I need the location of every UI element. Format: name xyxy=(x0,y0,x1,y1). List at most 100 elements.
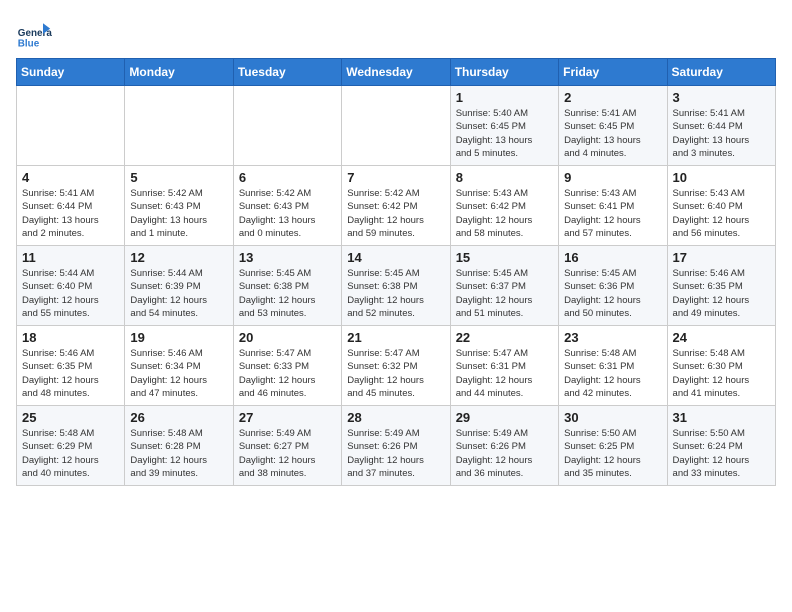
calendar-cell xyxy=(17,86,125,166)
day-number: 29 xyxy=(456,410,553,425)
day-info: Sunrise: 5:49 AM Sunset: 6:27 PM Dayligh… xyxy=(239,427,336,480)
day-number: 3 xyxy=(673,90,770,105)
day-number: 28 xyxy=(347,410,444,425)
col-header-monday: Monday xyxy=(125,59,233,86)
calendar-cell: 28 Sunrise: 5:49 AM Sunset: 6:26 PM Dayli… xyxy=(342,406,450,486)
calendar-cell: 18 Sunrise: 5:46 AM Sunset: 6:35 PM Dayli… xyxy=(17,326,125,406)
day-number: 4 xyxy=(22,170,119,185)
calendar-cell xyxy=(125,86,233,166)
day-number: 14 xyxy=(347,250,444,265)
calendar-cell: 30 Sunrise: 5:50 AM Sunset: 6:25 PM Dayli… xyxy=(559,406,667,486)
day-number: 5 xyxy=(130,170,227,185)
day-info: Sunrise: 5:47 AM Sunset: 6:33 PM Dayligh… xyxy=(239,347,336,400)
day-number: 1 xyxy=(456,90,553,105)
day-info: Sunrise: 5:47 AM Sunset: 6:32 PM Dayligh… xyxy=(347,347,444,400)
day-info: Sunrise: 5:43 AM Sunset: 6:42 PM Dayligh… xyxy=(456,187,553,240)
day-info: Sunrise: 5:45 AM Sunset: 6:37 PM Dayligh… xyxy=(456,267,553,320)
day-info: Sunrise: 5:43 AM Sunset: 6:41 PM Dayligh… xyxy=(564,187,661,240)
col-header-wednesday: Wednesday xyxy=(342,59,450,86)
day-info: Sunrise: 5:40 AM Sunset: 6:45 PM Dayligh… xyxy=(456,107,553,160)
day-number: 22 xyxy=(456,330,553,345)
calendar-cell: 25 Sunrise: 5:48 AM Sunset: 6:29 PM Dayli… xyxy=(17,406,125,486)
day-info: Sunrise: 5:44 AM Sunset: 6:39 PM Dayligh… xyxy=(130,267,227,320)
day-number: 25 xyxy=(22,410,119,425)
day-info: Sunrise: 5:48 AM Sunset: 6:31 PM Dayligh… xyxy=(564,347,661,400)
calendar-cell: 17 Sunrise: 5:46 AM Sunset: 6:35 PM Dayli… xyxy=(667,246,775,326)
calendar-cell: 29 Sunrise: 5:49 AM Sunset: 6:26 PM Dayli… xyxy=(450,406,558,486)
day-info: Sunrise: 5:48 AM Sunset: 6:30 PM Dayligh… xyxy=(673,347,770,400)
calendar-cell: 4 Sunrise: 5:41 AM Sunset: 6:44 PM Daylig… xyxy=(17,166,125,246)
day-info: Sunrise: 5:49 AM Sunset: 6:26 PM Dayligh… xyxy=(347,427,444,480)
calendar-cell: 6 Sunrise: 5:42 AM Sunset: 6:43 PM Daylig… xyxy=(233,166,341,246)
day-number: 19 xyxy=(130,330,227,345)
col-header-friday: Friday xyxy=(559,59,667,86)
calendar-cell: 21 Sunrise: 5:47 AM Sunset: 6:32 PM Dayli… xyxy=(342,326,450,406)
day-info: Sunrise: 5:50 AM Sunset: 6:25 PM Dayligh… xyxy=(564,427,661,480)
calendar-cell: 5 Sunrise: 5:42 AM Sunset: 6:43 PM Daylig… xyxy=(125,166,233,246)
day-info: Sunrise: 5:45 AM Sunset: 6:38 PM Dayligh… xyxy=(347,267,444,320)
calendar-cell: 27 Sunrise: 5:49 AM Sunset: 6:27 PM Dayli… xyxy=(233,406,341,486)
calendar-cell: 7Sunrise: 5:42 AM Sunset: 6:42 PM Daylig… xyxy=(342,166,450,246)
day-info: Sunrise: 5:46 AM Sunset: 6:35 PM Dayligh… xyxy=(673,267,770,320)
calendar-table: SundayMondayTuesdayWednesdayThursdayFrid… xyxy=(16,58,776,486)
calendar-cell: 9 Sunrise: 5:43 AM Sunset: 6:41 PM Daylig… xyxy=(559,166,667,246)
calendar-cell: 26Sunrise: 5:48 AM Sunset: 6:28 PM Dayli… xyxy=(125,406,233,486)
calendar-cell xyxy=(233,86,341,166)
day-info: Sunrise: 5:47 AM Sunset: 6:31 PM Dayligh… xyxy=(456,347,553,400)
svg-text:Blue: Blue xyxy=(18,39,40,50)
calendar-cell: 1 Sunrise: 5:40 AM Sunset: 6:45 PM Daylig… xyxy=(450,86,558,166)
day-info: Sunrise: 5:41 AM Sunset: 6:44 PM Dayligh… xyxy=(673,107,770,160)
calendar-cell: 13 Sunrise: 5:45 AM Sunset: 6:38 PM Dayli… xyxy=(233,246,341,326)
calendar-cell: 8 Sunrise: 5:43 AM Sunset: 6:42 PM Daylig… xyxy=(450,166,558,246)
day-number: 21 xyxy=(347,330,444,345)
day-number: 7 xyxy=(347,170,444,185)
calendar-cell: 12 Sunrise: 5:44 AM Sunset: 6:39 PM Dayli… xyxy=(125,246,233,326)
col-header-sunday: Sunday xyxy=(17,59,125,86)
day-info: Sunrise: 5:49 AM Sunset: 6:26 PM Dayligh… xyxy=(456,427,553,480)
day-number: 11 xyxy=(22,250,119,265)
day-number: 17 xyxy=(673,250,770,265)
calendar-cell: 19 Sunrise: 5:46 AM Sunset: 6:34 PM Dayli… xyxy=(125,326,233,406)
day-info: Sunrise: 5:44 AM Sunset: 6:40 PM Dayligh… xyxy=(22,267,119,320)
calendar-cell: 14 Sunrise: 5:45 AM Sunset: 6:38 PM Dayli… xyxy=(342,246,450,326)
day-number: 12 xyxy=(130,250,227,265)
calendar-cell: 24Sunrise: 5:48 AM Sunset: 6:30 PM Dayli… xyxy=(667,326,775,406)
day-number: 16 xyxy=(564,250,661,265)
day-number: 31 xyxy=(673,410,770,425)
calendar-cell: 10 Sunrise: 5:43 AM Sunset: 6:40 PM Dayli… xyxy=(667,166,775,246)
day-info: Sunrise: 5:42 AM Sunset: 6:43 PM Dayligh… xyxy=(130,187,227,240)
calendar-cell: 22 Sunrise: 5:47 AM Sunset: 6:31 PM Dayli… xyxy=(450,326,558,406)
calendar-cell: 31 Sunrise: 5:50 AM Sunset: 6:24 PM Dayli… xyxy=(667,406,775,486)
day-info: Sunrise: 5:46 AM Sunset: 6:35 PM Dayligh… xyxy=(22,347,119,400)
day-info: Sunrise: 5:45 AM Sunset: 6:38 PM Dayligh… xyxy=(239,267,336,320)
day-info: Sunrise: 5:48 AM Sunset: 6:28 PM Dayligh… xyxy=(130,427,227,480)
day-number: 27 xyxy=(239,410,336,425)
calendar-cell xyxy=(342,86,450,166)
day-number: 18 xyxy=(22,330,119,345)
day-info: Sunrise: 5:45 AM Sunset: 6:36 PM Dayligh… xyxy=(564,267,661,320)
logo: General Blue xyxy=(16,16,52,52)
day-number: 10 xyxy=(673,170,770,185)
day-info: Sunrise: 5:42 AM Sunset: 6:43 PM Dayligh… xyxy=(239,187,336,240)
col-header-thursday: Thursday xyxy=(450,59,558,86)
header: General Blue xyxy=(16,16,776,52)
day-number: 13 xyxy=(239,250,336,265)
col-header-saturday: Saturday xyxy=(667,59,775,86)
day-info: Sunrise: 5:41 AM Sunset: 6:45 PM Dayligh… xyxy=(564,107,661,160)
calendar-cell: 2 Sunrise: 5:41 AM Sunset: 6:45 PM Daylig… xyxy=(559,86,667,166)
day-number: 20 xyxy=(239,330,336,345)
day-number: 6 xyxy=(239,170,336,185)
day-number: 9 xyxy=(564,170,661,185)
day-number: 23 xyxy=(564,330,661,345)
logo-icon: General Blue xyxy=(16,16,52,52)
day-info: Sunrise: 5:48 AM Sunset: 6:29 PM Dayligh… xyxy=(22,427,119,480)
calendar-cell: 20 Sunrise: 5:47 AM Sunset: 6:33 PM Dayli… xyxy=(233,326,341,406)
day-number: 2 xyxy=(564,90,661,105)
day-info: Sunrise: 5:50 AM Sunset: 6:24 PM Dayligh… xyxy=(673,427,770,480)
col-header-tuesday: Tuesday xyxy=(233,59,341,86)
day-number: 8 xyxy=(456,170,553,185)
day-info: Sunrise: 5:46 AM Sunset: 6:34 PM Dayligh… xyxy=(130,347,227,400)
day-number: 30 xyxy=(564,410,661,425)
day-info: Sunrise: 5:43 AM Sunset: 6:40 PM Dayligh… xyxy=(673,187,770,240)
day-info: Sunrise: 5:41 AM Sunset: 6:44 PM Dayligh… xyxy=(22,187,119,240)
